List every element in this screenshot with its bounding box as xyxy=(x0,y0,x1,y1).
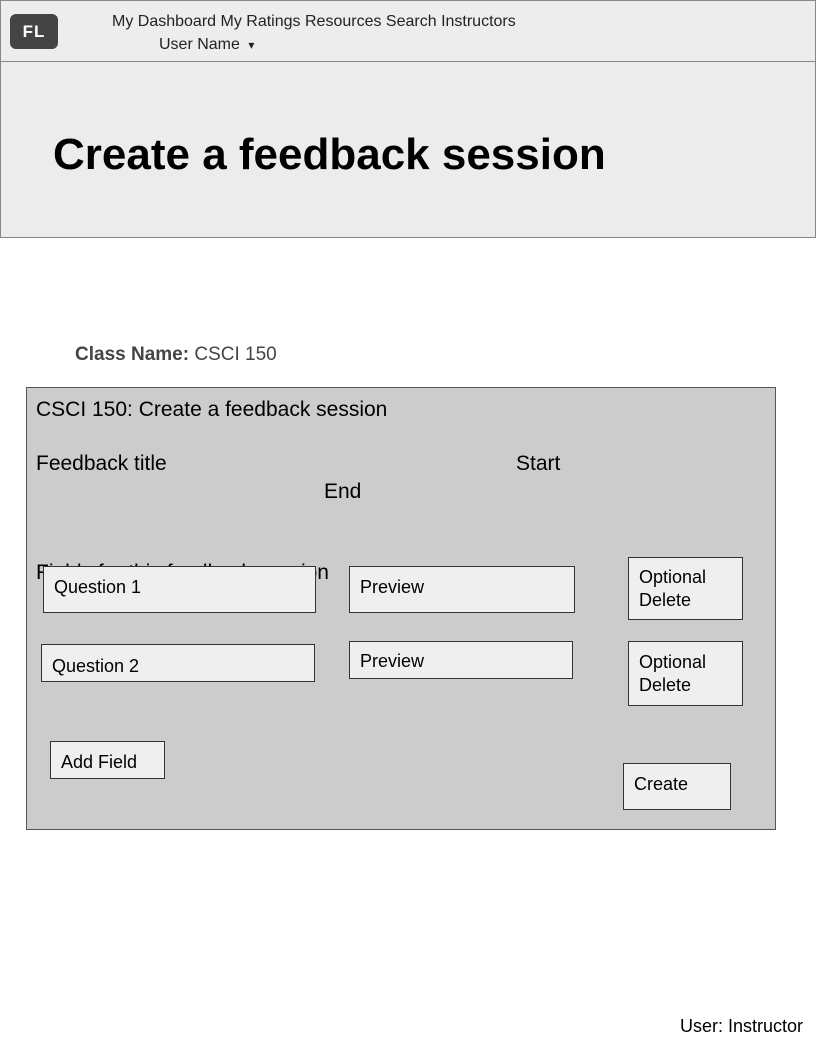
add-field-button[interactable]: Add Field xyxy=(50,741,165,779)
question-2-field[interactable]: Question 2 xyxy=(41,644,315,682)
panel-title: CSCI 150: Create a feedback session xyxy=(36,398,388,421)
create-button[interactable]: Create xyxy=(623,763,731,810)
app-logo[interactable]: FL xyxy=(10,14,58,49)
question-2-optional-toggle[interactable]: Optional xyxy=(639,651,732,674)
question-1-optional-toggle[interactable]: Optional xyxy=(639,566,732,589)
page-header: Create a feedback session xyxy=(0,62,816,238)
nav-search-instructors[interactable]: Search Instructors xyxy=(386,13,516,30)
user-role-label: User: Instructor xyxy=(679,1016,803,1036)
nav-my-ratings[interactable]: My Ratings xyxy=(221,13,301,30)
question-2-delete-button[interactable]: Delete xyxy=(639,674,732,697)
question-1-options[interactable]: Optional Delete xyxy=(628,557,743,620)
question-1-preview-button[interactable]: Preview xyxy=(349,566,575,613)
user-menu[interactable]: User Name ▾ xyxy=(159,36,254,54)
class-name-label: Class Name: xyxy=(75,344,190,365)
feedback-title-label: Feedback title xyxy=(36,452,167,475)
nav-my-dashboard[interactable]: My Dashboard xyxy=(112,13,216,30)
class-name-value: CSCI 150 xyxy=(194,344,277,365)
class-name-line: Class Name: CSCI 150 xyxy=(75,344,277,366)
question-2-options[interactable]: Optional Delete xyxy=(628,641,743,706)
page-title: Create a feedback session xyxy=(53,130,606,179)
question-2-preview-button[interactable]: Preview xyxy=(349,641,573,679)
top-navigation-bar: FL My Dashboard My Ratings Resources Sea… xyxy=(0,0,816,62)
nav-resources[interactable]: Resources xyxy=(305,13,381,30)
start-label: Start xyxy=(516,452,561,475)
create-session-panel: CSCI 150: Create a feedback session Feed… xyxy=(26,387,776,830)
question-1-field[interactable]: Question 1 xyxy=(43,566,316,613)
end-label: End xyxy=(324,480,362,503)
main-nav: My Dashboard My Ratings Resources Search… xyxy=(112,13,516,31)
user-name-label: User Name xyxy=(159,36,240,53)
question-1-delete-button[interactable]: Delete xyxy=(639,589,732,612)
chevron-down-icon: ▾ xyxy=(248,38,255,52)
